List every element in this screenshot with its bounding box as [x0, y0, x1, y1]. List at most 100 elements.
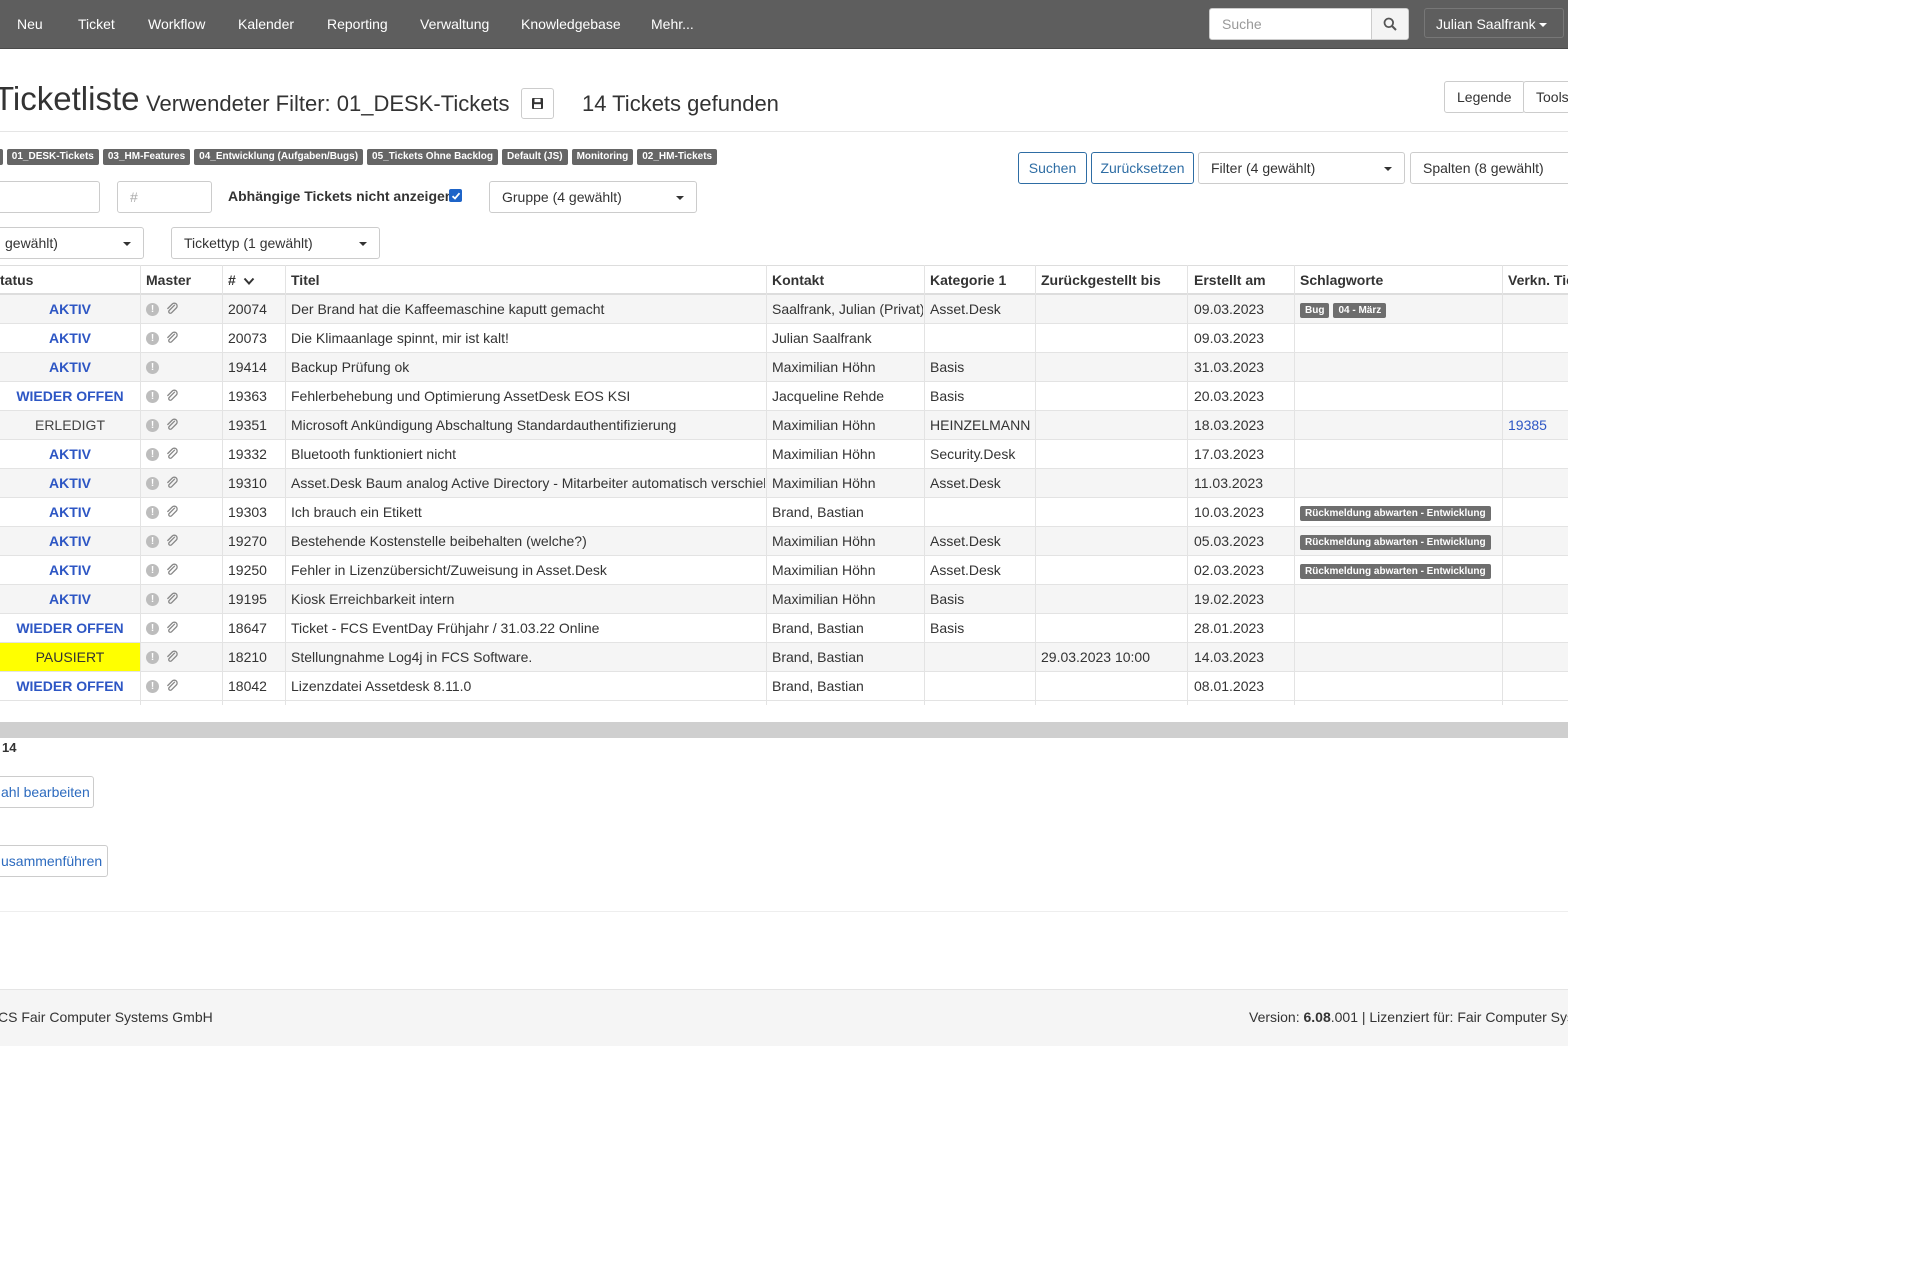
group-select[interactable]: Gruppe (4 gewählt)	[489, 181, 697, 213]
column-header-category[interactable]: Kategorie 1	[930, 266, 1032, 294]
column-header-linked[interactable]: Verkn. Tic	[1508, 266, 1568, 294]
save-filter-button[interactable]	[521, 88, 554, 119]
info-icon[interactable]: !	[146, 563, 159, 577]
table-row[interactable]: AKTIV! 20073 Die Klimaanlage spinnt, mir i…	[0, 324, 1568, 353]
table-row[interactable]: AKTIV! 19250 Fehler in Lizenzübersicht/Zuw…	[0, 556, 1568, 585]
nav-kalender[interactable]: Kalender	[238, 0, 294, 48]
header-divider	[0, 131, 1568, 132]
column-header-created[interactable]: Erstellt am	[1194, 266, 1290, 294]
chevron-down-icon	[1384, 167, 1392, 171]
filter-tag-clipped[interactable]	[0, 149, 3, 165]
ticket-number-input[interactable]	[117, 181, 212, 213]
horizontal-scrollbar[interactable]	[0, 722, 1568, 738]
info-icon[interactable]: !	[146, 418, 159, 432]
column-header-tags[interactable]: Schlagworte	[1300, 266, 1498, 294]
info-icon[interactable]: !	[146, 679, 159, 693]
info-icon[interactable]: !	[146, 476, 159, 490]
created-date-cell: 28.01.2023	[1194, 620, 1265, 636]
table-row[interactable]: AKTIV! 19414 Backup Prüfung ok Maximilian H…	[0, 353, 1568, 382]
tags-cell: Rückmeldung abwarten - Entwicklung	[1300, 527, 1501, 555]
columns-select[interactable]: Spalten (8 gewählt)	[1410, 152, 1568, 184]
column-header-deferred[interactable]: Zurückgestellt bis	[1041, 266, 1185, 294]
filter-tag[interactable]: 01_DESK-Tickets	[6, 149, 99, 165]
filter-tag[interactable]: 04_Entwicklung (Aufgaben/Bugs)	[194, 149, 364, 165]
nav-neu[interactable]: Neu	[17, 0, 43, 48]
reset-filter-button[interactable]: Zurücksetzen	[1091, 152, 1194, 184]
bulk-edit-button[interactable]: ahl bearbeiten	[0, 776, 94, 808]
column-header-contact[interactable]: Kontakt	[772, 266, 922, 294]
table-row[interactable]: WIEDER OFFEN! 19363 Fehlerbehebung und Opt…	[0, 382, 1568, 411]
filter-tag[interactable]: 05_Tickets Ohne Backlog	[367, 149, 499, 165]
group-select-value: Gruppe (4 gewählt)	[502, 189, 622, 205]
column-divider	[766, 265, 767, 705]
nav-workflow[interactable]: Workflow	[148, 0, 205, 48]
nav-ticket[interactable]: Ticket	[78, 0, 115, 48]
linked-ticket-cell	[1508, 440, 1568, 468]
column-header-title[interactable]: Titel	[291, 266, 761, 294]
text-filter-input[interactable]	[0, 181, 100, 213]
info-icon[interactable]: !	[146, 505, 159, 519]
table-row[interactable]: PAUSIERT! 18210 Stellungnahme Log4j in FCS…	[0, 643, 1568, 672]
table-row[interactable]: AKTIV! 19303 Ich brauch ein Etikett Brand, …	[0, 498, 1568, 527]
table-row[interactable]: AKTIV! 19270 Bestehende Kostenstelle beibe…	[0, 527, 1568, 556]
dependent-tickets-checkbox[interactable]	[449, 189, 462, 202]
filter-tag[interactable]: Monitoring	[571, 149, 634, 165]
ticket-title-cell: Stellungnahme Log4j in FCS Software.	[291, 649, 533, 665]
contact-cell: Brand, Bastian	[772, 649, 864, 665]
linked-ticket-cell	[1508, 643, 1568, 671]
status-cell: WIEDER OFFEN	[16, 678, 124, 694]
table-row[interactable]: ERLEDIGT! 19351 Microsoft Ankündigung Absc…	[0, 411, 1568, 440]
created-date-cell: 11.03.2023	[1194, 475, 1264, 491]
nav-mehr[interactable]: Mehr...	[651, 0, 694, 48]
status-select[interactable]: gewählt)	[0, 227, 144, 259]
column-header-master[interactable]: Master	[146, 266, 220, 294]
column-divider	[1294, 265, 1295, 705]
category-cell	[930, 498, 1034, 526]
legend-button[interactable]: Legende	[1444, 81, 1525, 113]
paperclip-icon	[167, 679, 178, 691]
status-cell: AKTIV	[49, 591, 91, 607]
filter-tag[interactable]: Default (JS)	[502, 149, 568, 165]
table-row[interactable]: WIEDER OFFEN! 18042 Lizenzdatei Assetdesk …	[0, 672, 1568, 701]
info-icon[interactable]: !	[146, 447, 159, 461]
info-icon[interactable]: !	[146, 621, 159, 635]
column-header-number[interactable]: #	[228, 266, 286, 294]
info-icon[interactable]: !	[146, 331, 159, 345]
table-row[interactable]: AKTIV! 19332 Bluetooth funktioniert nicht M…	[0, 440, 1568, 469]
search-filter-button[interactable]: Suchen	[1018, 152, 1087, 184]
nav-knowledgebase[interactable]: Knowledgebase	[521, 0, 621, 48]
linked-ticket-cell	[1508, 585, 1568, 613]
nav-reporting[interactable]: Reporting	[327, 0, 388, 48]
info-icon[interactable]: !	[146, 360, 159, 374]
user-menu-button[interactable]: Julian Saalfrank	[1424, 8, 1564, 38]
tickettype-select-value: Tickettyp (1 gewählt)	[184, 235, 313, 251]
merge-tickets-button[interactable]: usammenführen	[0, 845, 108, 877]
linked-ticket-cell[interactable]: 19385	[1508, 411, 1568, 439]
table-row[interactable]: AKTIV! 20074 Der Brand hat die Kaffeemasch…	[0, 295, 1568, 324]
table-row[interactable]: AKTIV! 19195 Kiosk Erreichbarkeit intern Ma…	[0, 585, 1568, 614]
global-search-input[interactable]	[1210, 9, 1372, 39]
version-prefix: Version:	[1249, 1009, 1304, 1025]
info-icon[interactable]: !	[146, 302, 159, 316]
filter-tag[interactable]: 03_HM-Features	[102, 149, 191, 165]
keyword-tag: 04 - März	[1333, 302, 1387, 318]
ticket-number-cell: 18647	[228, 620, 267, 636]
column-header-status[interactable]: tatus	[0, 266, 140, 294]
info-icon[interactable]: !	[146, 650, 159, 664]
tools-button[interactable]: Tools	[1523, 81, 1568, 113]
info-icon[interactable]: !	[146, 534, 159, 548]
nav-verwaltung[interactable]: Verwaltung	[420, 0, 489, 48]
ticket-title-cell: Bluetooth funktioniert nicht	[291, 446, 456, 462]
filter-tag[interactable]: 02_HM-Tickets	[637, 149, 718, 165]
contact-cell: Maximilian Höhn	[772, 417, 876, 433]
filter-select[interactable]: Filter (4 gewählt)	[1198, 152, 1405, 184]
chevron-down-icon	[359, 242, 367, 246]
ticket-number-cell: 19270	[228, 533, 267, 549]
ticket-number-cell: 19363	[228, 388, 267, 404]
table-row[interactable]: WIEDER OFFEN! 18647 Ticket - FCS EventDay …	[0, 614, 1568, 643]
search-button[interactable]	[1371, 9, 1408, 39]
info-icon[interactable]: !	[146, 592, 159, 606]
tickettype-select[interactable]: Tickettyp (1 gewählt)	[171, 227, 380, 259]
table-row[interactable]: AKTIV! 19310 Asset.Desk Baum analog Active…	[0, 469, 1568, 498]
info-icon[interactable]: !	[146, 389, 159, 403]
